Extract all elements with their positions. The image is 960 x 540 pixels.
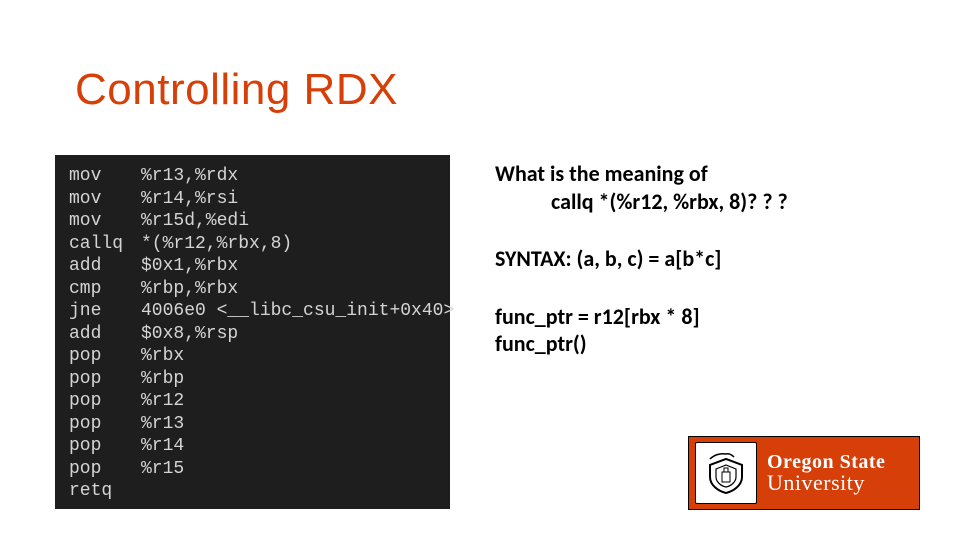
question-block: What is the meaning of callq *(%r12, %rb… xyxy=(495,160,935,215)
mnemonic: retq xyxy=(69,480,141,503)
slide-title: Controlling RDX xyxy=(75,65,398,115)
syntax-block: SYNTAX: (a, b, c) = a[b*c] xyxy=(495,245,935,273)
mnemonic: add xyxy=(69,323,141,346)
mnemonic: pop xyxy=(69,458,141,481)
mnemonic: mov xyxy=(69,165,141,188)
question-line2: callq *(%r12, %rbx, 8)? ? ? xyxy=(495,188,935,216)
code-line: mov%r13,%rdx xyxy=(69,165,436,188)
funcptr-line2: func_ptr() xyxy=(495,330,935,358)
mnemonic: add xyxy=(69,255,141,278)
osu-logo: Oregon State University xyxy=(688,436,920,510)
code-line: mov%r15d,%edi xyxy=(69,210,436,233)
mnemonic: pop xyxy=(69,390,141,413)
code-line: mov%r14,%rsi xyxy=(69,188,436,211)
mnemonic: jne xyxy=(69,300,141,323)
operands: %rbx xyxy=(141,346,184,366)
mnemonic: mov xyxy=(69,210,141,233)
code-line: pop%rbx xyxy=(69,345,436,368)
assembly-code-block: mov%r13,%rdxmov%r14,%rsimov%r15d,%edical… xyxy=(55,155,450,509)
code-line: add$0x1,%rbx xyxy=(69,255,436,278)
code-line: callq*(%r12,%rbx,8) xyxy=(69,233,436,256)
explanation-area: What is the meaning of callq *(%r12, %rb… xyxy=(495,160,935,388)
operands: %r15 xyxy=(141,459,184,479)
osu-logo-line1: Oregon State xyxy=(767,452,885,472)
code-line: jne4006e0 <__libc_csu_init+0x40> xyxy=(69,300,436,323)
operands: %r13 xyxy=(141,414,184,434)
operands: %r14,%rsi xyxy=(141,189,238,209)
funcptr-line1: func_ptr = r12[rbx * 8] xyxy=(495,303,935,331)
operands: *(%r12,%rbx,8) xyxy=(141,234,292,254)
code-line: retq xyxy=(69,480,436,503)
operands: $0x8,%rsp xyxy=(141,324,238,344)
operands: %rbp,%rbx xyxy=(141,279,238,299)
code-line: pop%rbp xyxy=(69,368,436,391)
funcptr-block: func_ptr = r12[rbx * 8] func_ptr() xyxy=(495,303,935,358)
code-line: add$0x8,%rsp xyxy=(69,323,436,346)
mnemonic: pop xyxy=(69,368,141,391)
mnemonic: cmp xyxy=(69,278,141,301)
mnemonic: mov xyxy=(69,188,141,211)
code-line: pop%r13 xyxy=(69,413,436,436)
mnemonic: pop xyxy=(69,345,141,368)
operands: %r14 xyxy=(141,436,184,456)
mnemonic: callq xyxy=(69,233,141,256)
operands: %r13,%rdx xyxy=(141,166,238,186)
operands: %rbp xyxy=(141,369,184,389)
operands: 4006e0 <__libc_csu_init+0x40> xyxy=(141,301,454,321)
operands: %r15d,%edi xyxy=(141,211,249,231)
code-line: pop%r15 xyxy=(69,458,436,481)
operands: $0x1,%rbx xyxy=(141,256,238,276)
question-line1: What is the meaning of xyxy=(495,160,935,188)
code-line: cmp%rbp,%rbx xyxy=(69,278,436,301)
mnemonic: pop xyxy=(69,435,141,458)
osu-seal-icon xyxy=(695,442,757,504)
syntax-line: SYNTAX: (a, b, c) = a[b*c] xyxy=(495,245,935,273)
osu-logo-line2: University xyxy=(767,472,885,494)
mnemonic: pop xyxy=(69,413,141,436)
code-line: pop%r14 xyxy=(69,435,436,458)
code-line: pop%r12 xyxy=(69,390,436,413)
osu-logo-text: Oregon State University xyxy=(767,452,885,494)
operands: %r12 xyxy=(141,391,184,411)
